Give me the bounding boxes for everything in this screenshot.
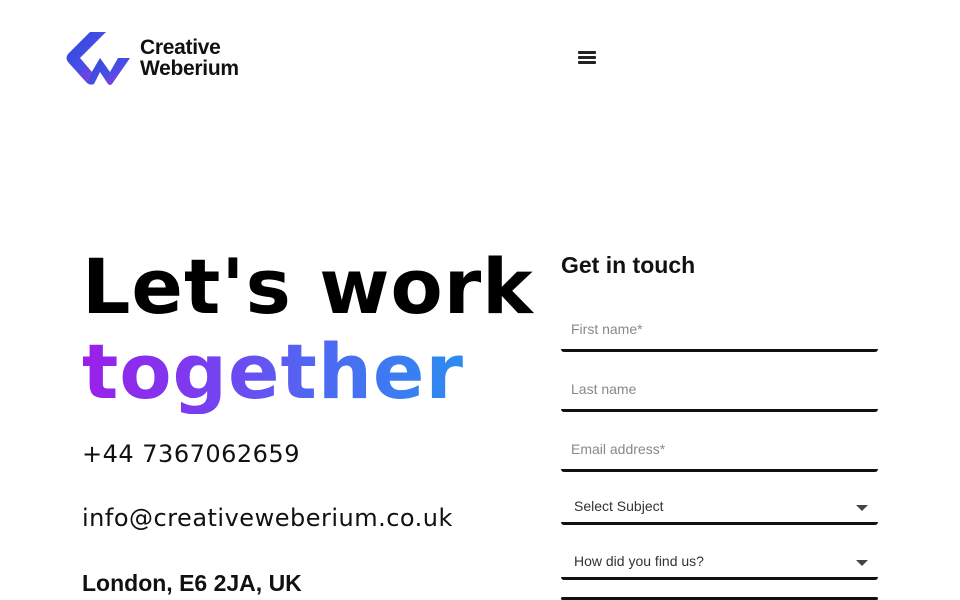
subject-select-value: Select Subject: [574, 498, 664, 514]
hamburger-menu-icon[interactable]: [578, 51, 596, 65]
source-select[interactable]: How did you find us?: [561, 540, 878, 580]
last-name-input[interactable]: [561, 368, 878, 412]
contact-email-link[interactable]: info@creativeweberium.co.uk: [82, 504, 453, 532]
menu-bar-middle: [578, 56, 596, 59]
source-select-value: How did you find us?: [574, 553, 704, 569]
creative-weberium-logo-icon: [66, 32, 130, 85]
logo-wordmark: Creative Weberium: [140, 37, 239, 79]
hero-title-line-2: together: [82, 327, 464, 416]
logo-line-1: Creative: [140, 36, 221, 59]
contact-address: London, E6 2JA, UK: [82, 570, 302, 596]
email-input[interactable]: [561, 428, 878, 472]
site-logo[interactable]: Creative Weberium: [66, 30, 239, 86]
logo-line-2: Weberium: [140, 57, 239, 80]
chevron-down-icon: [856, 505, 868, 511]
menu-bar-top: [578, 51, 596, 54]
menu-bar-bottom: [578, 61, 596, 64]
page: Creative Weberium Let's work together +4…: [0, 0, 960, 600]
hero-title-line-1: Let's work: [82, 242, 534, 331]
chevron-down-icon: [856, 560, 868, 566]
subject-select[interactable]: Select Subject: [561, 485, 878, 525]
form-title: Get in touch: [561, 252, 696, 278]
first-name-input[interactable]: [561, 308, 878, 352]
contact-phone-link[interactable]: +44 7367062659: [82, 440, 300, 468]
